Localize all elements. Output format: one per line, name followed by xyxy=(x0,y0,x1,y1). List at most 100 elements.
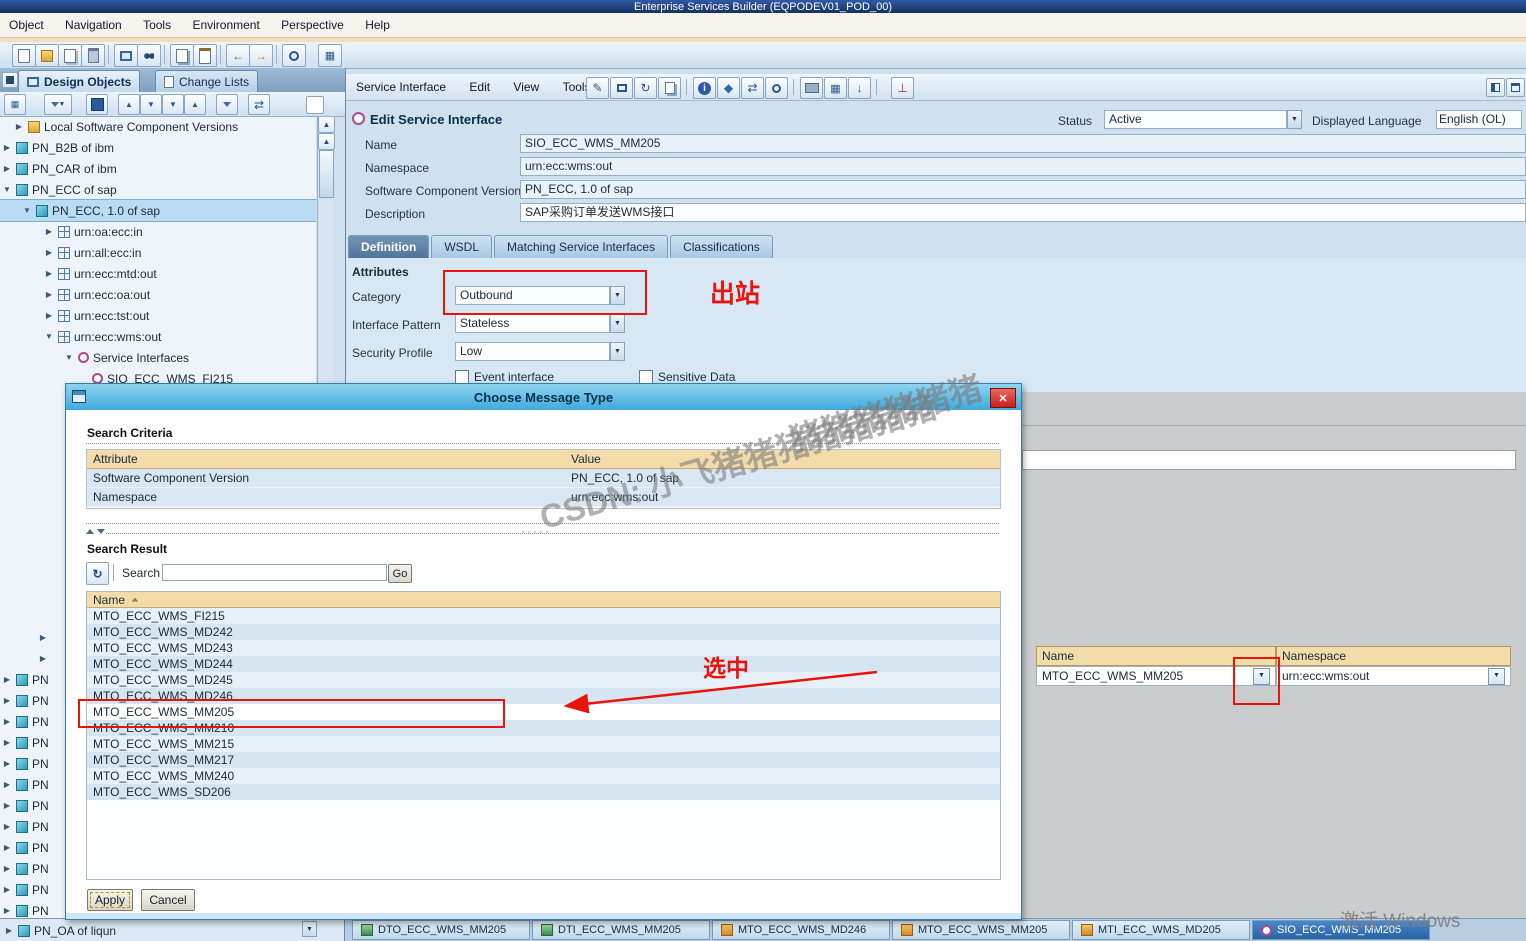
tab-change-lists[interactable]: Change Lists xyxy=(155,70,258,92)
expander-icon[interactable]: ▶ xyxy=(2,675,12,684)
expander-icon[interactable]: ▼ xyxy=(2,185,12,194)
value-help-icon[interactable]: ▼ xyxy=(1253,668,1270,685)
result-row[interactable]: MTO_ECC_WMS_SD206 xyxy=(87,784,1000,800)
event-interface-checkbox[interactable]: Event interface xyxy=(455,370,554,384)
expander-icon[interactable]: ▶ xyxy=(44,248,54,257)
back-icon[interactable]: ← xyxy=(226,44,250,67)
where-used-icon[interactable] xyxy=(765,77,788,99)
tree-item[interactable]: ▼ urn:ecc:wms:out xyxy=(0,326,316,347)
expander-icon[interactable]: ▶ xyxy=(2,801,12,810)
display-icon[interactable] xyxy=(610,77,633,99)
expander-icon[interactable]: ▶ xyxy=(2,696,12,705)
delete-object-icon[interactable] xyxy=(81,44,105,67)
expander-icon[interactable]: ▶ xyxy=(14,122,24,131)
checkbox-icon[interactable] xyxy=(455,370,469,384)
expander-icon[interactable]: ▶ xyxy=(2,864,12,873)
result-row[interactable]: MTO_ECC_WMS_MD242 xyxy=(87,624,1000,640)
expander-icon[interactable]: ▶ xyxy=(38,654,48,663)
scroll-page-icon[interactable]: ▲ xyxy=(318,133,335,150)
go-button[interactable]: Go xyxy=(388,564,412,583)
status-combobox[interactable]: Active ▼ xyxy=(1104,110,1302,129)
splitter-handle[interactable] xyxy=(106,533,999,534)
bottom-tab-sio-active[interactable]: SIO_ECC_WMS_MM205 xyxy=(1252,920,1430,940)
chevron-down-icon[interactable]: ▼ xyxy=(1287,110,1302,129)
expander-icon[interactable]: ▶ xyxy=(2,164,12,173)
expander-icon[interactable]: ▼ xyxy=(22,206,32,215)
chevron-down-icon[interactable]: ▼ xyxy=(610,342,625,361)
tab-design-objects[interactable]: Design Objects xyxy=(18,70,140,92)
expander-icon[interactable]: ▼ xyxy=(44,332,54,341)
apply-button[interactable]: Apply xyxy=(87,889,133,911)
check-icon[interactable]: ◆ xyxy=(717,77,740,99)
panel-menu-icon[interactable] xyxy=(2,72,18,88)
message-type-name-cell[interactable]: MTO_ECC_WMS_MM205 ▼ xyxy=(1036,666,1276,686)
expander-icon[interactable]: ▶ xyxy=(44,269,54,278)
expander-icon[interactable]: ▶ xyxy=(2,906,12,915)
print-icon[interactable] xyxy=(800,77,823,99)
edit-toggle-icon[interactable]: ✎ xyxy=(586,77,609,99)
result-row[interactable]: MTO_ECC_WMS_MM215 xyxy=(87,736,1000,752)
scroll-up-icon[interactable]: ▲ xyxy=(318,116,335,133)
move-down-icon[interactable]: ▼ xyxy=(162,94,184,115)
result-row[interactable]: MTO_ECC_WMS_MM240 xyxy=(87,768,1000,784)
bottom-tab-dto[interactable]: DTO_ECC_WMS_MM205 xyxy=(352,920,530,940)
expander-icon[interactable]: ▶ xyxy=(44,227,54,236)
result-row[interactable]: MTO_ECC_WMS_MD243 xyxy=(87,640,1000,656)
sort-ascending-icon[interactable]: ▲ xyxy=(118,94,140,115)
swap-panes-icon[interactable] xyxy=(1486,78,1505,97)
security-profile-combobox[interactable]: Low ▼ xyxy=(455,342,625,361)
cancel-button[interactable]: Cancel xyxy=(141,889,195,911)
expander-icon[interactable]: ▶ xyxy=(44,290,54,299)
collapse-up-icon[interactable] xyxy=(86,529,94,534)
menu-tools[interactable]: Tools xyxy=(134,13,180,37)
tab-definition[interactable]: Definition xyxy=(348,235,429,258)
save-icon[interactable] xyxy=(86,94,108,115)
copy-version-icon[interactable] xyxy=(658,77,681,99)
tree-item[interactable]: ▶ PN_B2B of ibm xyxy=(0,137,316,158)
collapse-down-icon[interactable] xyxy=(97,529,105,534)
tree-item[interactable]: ▼ PN_ECC of sap xyxy=(0,179,316,200)
menu-help[interactable]: Help xyxy=(356,13,399,37)
category-combobox[interactable]: Outbound ▼ xyxy=(455,286,625,305)
menu-edit[interactable]: Edit xyxy=(459,74,500,100)
chevron-down-icon[interactable]: ▼ xyxy=(610,314,625,333)
bottom-tab-mto-mm205[interactable]: MTO_ECC_WMS_MM205 xyxy=(892,920,1070,940)
menu-environment[interactable]: Environment xyxy=(183,13,268,37)
swcv-field[interactable]: PN_ECC, 1.0 of sap xyxy=(520,180,1526,199)
expander-icon[interactable]: ▶ xyxy=(2,822,12,831)
copy-icon[interactable] xyxy=(170,44,194,67)
move-up-icon[interactable]: ▲ xyxy=(184,94,206,115)
expander-icon[interactable]: ▶ xyxy=(2,843,12,852)
criteria-row[interactable]: Software Component Version PN_ECC, 1.0 o… xyxy=(87,469,1000,488)
result-row[interactable]: MTO_ECC_WMS_MM210 xyxy=(87,720,1000,736)
worklist-icon[interactable]: ▦ xyxy=(318,44,342,67)
checkbox-icon[interactable] xyxy=(639,370,653,384)
menu-view[interactable]: View xyxy=(503,74,549,100)
expander-icon[interactable]: ▶ xyxy=(2,143,12,152)
new-object-icon[interactable] xyxy=(12,44,36,67)
language-combobox[interactable]: English (OL) xyxy=(1436,110,1522,129)
filter-icon[interactable]: ▼ xyxy=(44,94,72,115)
result-row-selected[interactable]: MTO_ECC_WMS_MM205 xyxy=(87,704,1000,720)
tree-bottom-row[interactable]: ▶ PN_OA of liqun ▼ xyxy=(0,919,345,941)
hierarchy-icon[interactable]: ▦ xyxy=(4,94,26,115)
name-field[interactable]: SIO_ECC_WMS_MM205 xyxy=(520,134,1526,153)
column-header-namespace[interactable]: Namespace xyxy=(1276,646,1511,666)
bottom-tab-dti[interactable]: DTI_ECC_WMS_MM205 xyxy=(532,920,710,940)
menu-perspective[interactable]: Perspective xyxy=(272,13,353,37)
tree-item[interactable]: ▶ urn:ecc:mtd:out xyxy=(0,263,316,284)
workbench-icon[interactable] xyxy=(114,44,138,67)
tab-wsdl[interactable]: WSDL xyxy=(431,235,492,258)
column-header-name[interactable]: Name xyxy=(1036,646,1276,666)
expander-icon[interactable]: ▶ xyxy=(2,780,12,789)
scrollbar-thumb[interactable] xyxy=(319,150,334,198)
tree-item[interactable]: ▼ Service Interfaces xyxy=(0,347,316,368)
expander-icon[interactable]: ▶ xyxy=(2,717,12,726)
interface-pattern-combobox[interactable]: Stateless ▼ xyxy=(455,314,625,333)
close-icon[interactable]: ✕ xyxy=(990,388,1016,408)
search-objects-icon[interactable] xyxy=(137,44,161,67)
bottom-tab-mto-md246[interactable]: MTO_ECC_WMS_MD246 xyxy=(712,920,890,940)
dialog-titlebar[interactable]: Choose Message Type ✕ xyxy=(66,384,1021,410)
expander-icon[interactable]: ▶ xyxy=(4,926,14,935)
description-field[interactable]: SAP采购订单发送WMS接口 xyxy=(520,203,1526,222)
